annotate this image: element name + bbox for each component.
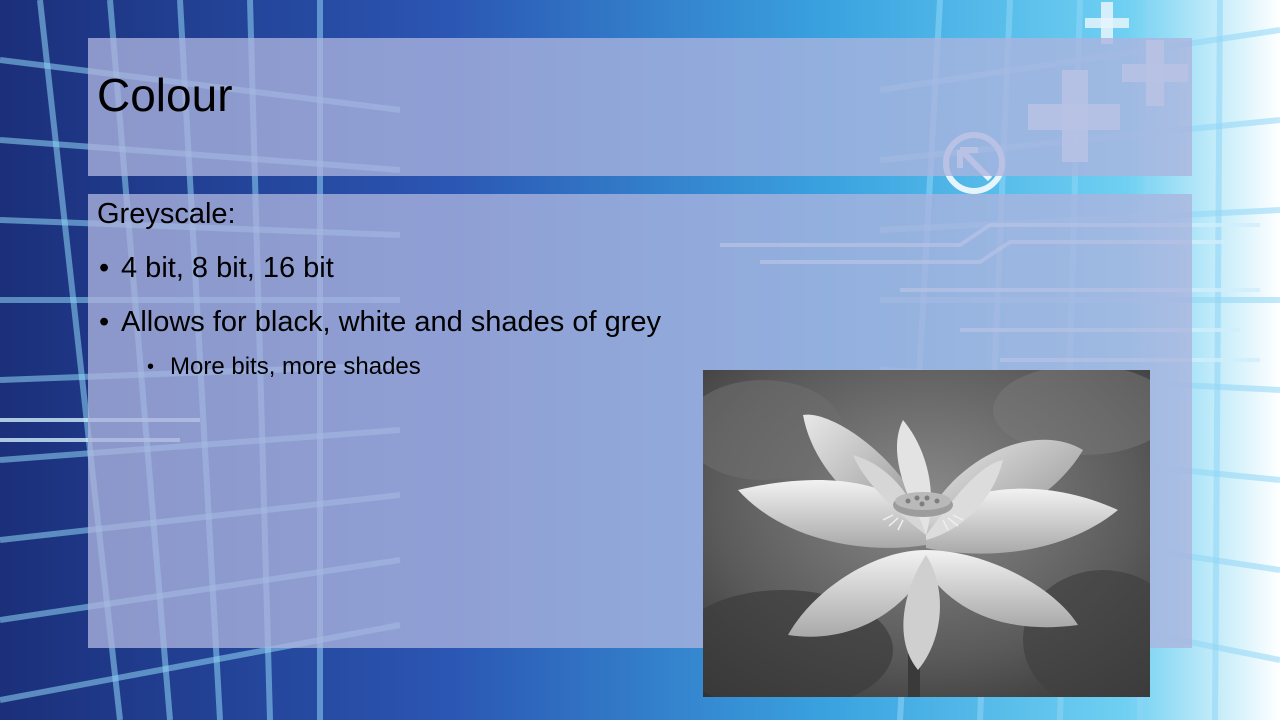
slide-content: Greyscale: • 4 bit, 8 bit, 16 bit • Allo… <box>97 196 661 382</box>
section-heading: Greyscale: <box>97 198 236 230</box>
lotus-flower-photo <box>703 370 1150 697</box>
bullet-item: • 4 bit, 8 bit, 16 bit <box>97 250 661 286</box>
bullet-item: • Allows for black, white and shades of … <box>97 304 661 340</box>
sub-bullet-item: • More bits, more shades <box>145 352 661 382</box>
bullet-text: Allows for black, white and shades of gr… <box>121 306 661 338</box>
bullet-icon: • <box>147 356 155 378</box>
bullet-icon: • <box>99 252 110 284</box>
slide-title: Colour <box>97 69 233 121</box>
slide: Colour Greyscale: • 4 bit, 8 bit, 16 bit… <box>0 0 1280 720</box>
sub-bullet-text: More bits, more shades <box>170 353 421 380</box>
title-panel <box>88 38 1192 176</box>
bullet-text: 4 bit, 8 bit, 16 bit <box>121 252 334 284</box>
bullet-icon: • <box>99 306 110 338</box>
